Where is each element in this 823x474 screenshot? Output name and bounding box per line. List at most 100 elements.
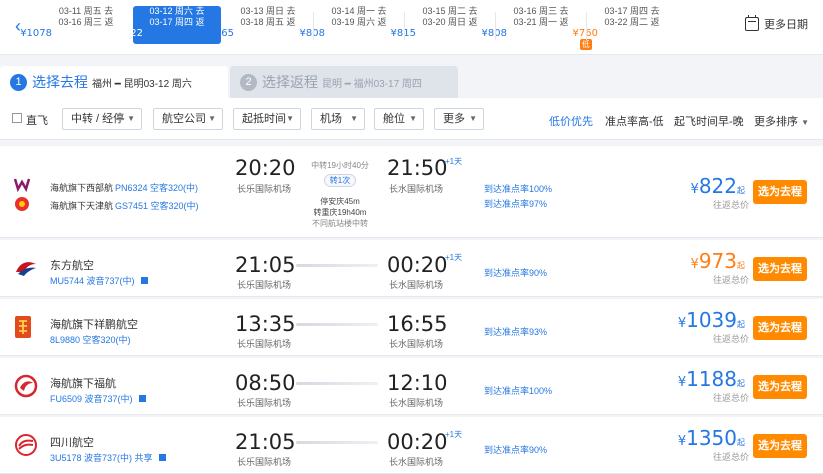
flight-price: ¥822起 (690, 174, 745, 198)
round-trip-total-label: 往返总价 (713, 275, 750, 285)
flight-number: FU6509 波音737(中) (50, 392, 147, 405)
airline-name: 东方航空 (50, 260, 94, 272)
go-date: 03-11 周五 去 (58, 6, 114, 16)
filter-label: 更多 (443, 113, 465, 125)
more-dates-label: 更多日期 (764, 19, 808, 31)
share-icon[interactable] (159, 454, 167, 461)
return-date: 03-16 周三 返 (58, 17, 114, 27)
go-date: 03-14 周一 去 (331, 6, 387, 16)
step-number: 1 (10, 73, 27, 91)
arrival-time: 16:55 (387, 312, 448, 336)
date-price-value: ¥765 (208, 28, 234, 39)
plus-day-badge: +1天 (445, 253, 463, 262)
tianjin-air-logo-icon (15, 197, 29, 211)
select-go-button[interactable]: 选为去程 (753, 316, 807, 340)
filter-bar: 直飞 中转 / 经停 ▼ 航空公司 ▼ 起抵时间 ▼ 机场 ▼ 舱位 ▼ 更多 ▼ 低价优先… (0, 98, 823, 140)
price-value: 1350 (686, 426, 737, 450)
date-price: ¥822 (118, 28, 143, 39)
transfer-duration: 中转19小时40分 (311, 161, 369, 170)
departure-time: 21:05 (235, 253, 296, 277)
select-go-button[interactable]: 选为去程 (753, 434, 807, 458)
date-price-value: ¥1078 (20, 28, 52, 39)
filter-airport-dropdown[interactable]: 机场 ▼ (311, 108, 365, 130)
departure-airport: 长乐国际机场 (237, 457, 292, 467)
select-go-button[interactable]: 选为去程 (753, 375, 807, 399)
arrival-time: 00:20 (387, 430, 448, 454)
flight-row[interactable]: 东方航空 MU5744 波音737(中) 21:05 长乐国际机场 00:20 … (0, 240, 823, 297)
price-value: 1188 (686, 367, 737, 391)
calendar-icon (745, 15, 759, 31)
share-icon[interactable] (139, 395, 147, 402)
flight-row[interactable]: 海航旗下西部航 PN6324 空客320(中) 海航旗下天津航 GS7451 空客3… (0, 146, 823, 238)
go-date: 03-13 周日 去 (240, 6, 296, 16)
arrival-airport: 长水国际机场 (389, 184, 444, 194)
go-date: 03-17 周四 去 (604, 6, 660, 16)
filter-airline-dropdown[interactable]: 航空公司 ▼ (153, 108, 223, 130)
select-go-button[interactable]: 选为去程 (753, 257, 807, 281)
flight-row[interactable]: 海航旗下福航 FU6509 波音737(中) 08:50 长乐国际机场 12:1… (0, 358, 823, 415)
ontime-rate: 到达准点率97% (484, 199, 548, 209)
china-eastern-logo-icon (16, 262, 36, 276)
sort-more-label: 更多排序 (754, 116, 798, 128)
sichuan-air-logo-icon (15, 434, 37, 456)
airline-name: 海航旗下祥鹏航空 (50, 319, 138, 331)
flight-row[interactable]: 海航旗下祥鹏航空 8L9880 空客320(中) 13:35 长乐国际机场 16… (0, 299, 823, 356)
date-divider (313, 12, 314, 40)
flight-number: MU5744 波音737(中) (50, 274, 149, 287)
departure-time: 20:20 (235, 156, 296, 180)
transfer-count-badge[interactable]: 转1次 (323, 174, 357, 187)
sort-price[interactable]: 低价优先 (549, 113, 593, 129)
chevron-down-icon: ▼ (469, 114, 477, 123)
date-option[interactable]: 03-17 周四 去03-22 周二 返¥760低 (573, 6, 676, 50)
chevron-down-icon: ▼ (286, 114, 294, 123)
flight-price: ¥973起 (690, 249, 745, 273)
return-date: 03-22 周二 返 (604, 17, 660, 27)
departure-airport: 长乐国际机场 (237, 339, 292, 349)
departure-time: 21:05 (235, 430, 296, 454)
filter-label: 机场 (320, 113, 342, 125)
ontime-rate: 到达准点率100% (484, 184, 553, 194)
share-icon[interactable] (141, 277, 149, 284)
route-line (296, 441, 378, 444)
date-divider (404, 12, 405, 40)
sort-more[interactable]: 更多排序 ▼ (754, 113, 809, 129)
step-route: 福州 ━ 昆明03-12 周六 (92, 78, 192, 90)
filter-transfer-dropdown[interactable]: 中转 / 经停 ▼ (62, 108, 142, 130)
airline-name: 海航旗下西部航 PN6324 空客320(中) (50, 183, 199, 193)
flight-row[interactable]: 四川航空 3U5178 波音737(中) 共享 21:05 长乐国际机场 00:… (0, 417, 823, 474)
arrival-airport: 长水国际机场 (389, 398, 444, 408)
filter-label: 舱位 (383, 113, 405, 125)
return-date: 03-20 周日 返 (422, 17, 478, 27)
chevron-down-icon: ▼ (801, 118, 809, 127)
airline-name: 四川航空 (50, 437, 94, 449)
round-trip-total-label: 往返总价 (713, 200, 750, 210)
filter-cabin-dropdown[interactable]: 舱位 ▼ (374, 108, 424, 130)
select-go-button[interactable]: 选为去程 (753, 180, 807, 204)
step-route: 昆明 ━ 福州03-17 周四 (322, 78, 422, 90)
fuzhou-air-logo-icon (14, 374, 38, 398)
sort-departure-time[interactable]: 起飞时间早-晚 (674, 113, 744, 129)
departure-airport: 长乐国际机场 (237, 398, 292, 408)
flight-number: 8L9880 空客320(中) (50, 335, 131, 345)
departure-time: 13:35 (235, 312, 296, 336)
direct-checkbox[interactable] (12, 113, 22, 123)
step-select-return[interactable]: 2 选择返程 昆明 ━ 福州03-17 周四 (230, 66, 458, 98)
return-date: 03-17 周四 返 (149, 17, 205, 27)
ontime-rate: 到达准点率90% (484, 268, 548, 278)
chevron-down-icon: ▼ (409, 114, 417, 123)
west-air-logo-icon (14, 178, 30, 192)
filter-more-dropdown[interactable]: 更多 ▼ (434, 108, 484, 130)
more-dates-button[interactable]: 更多日期 (745, 15, 808, 32)
filter-time-dropdown[interactable]: 起抵时间 ▼ (233, 108, 301, 130)
step-select-go[interactable]: 1 选择去程 福州 ━ 昆明03-12 周六 (0, 66, 228, 98)
price-value: 822 (698, 174, 737, 198)
price-value: 1039 (686, 308, 737, 332)
go-date: 03-15 周二 去 (422, 6, 478, 16)
departure-airport: 长乐国际机场 (237, 184, 292, 194)
transfer-note: 不同航站楼中转 (312, 219, 368, 228)
return-date: 03-21 周一 返 (513, 17, 569, 27)
return-date: 03-19 周六 返 (331, 17, 387, 27)
plus-day-badge: +1天 (445, 430, 463, 439)
sort-ontime[interactable]: 准点率高-低 (605, 113, 664, 129)
filter-label: 中转 / 经停 (71, 113, 125, 125)
